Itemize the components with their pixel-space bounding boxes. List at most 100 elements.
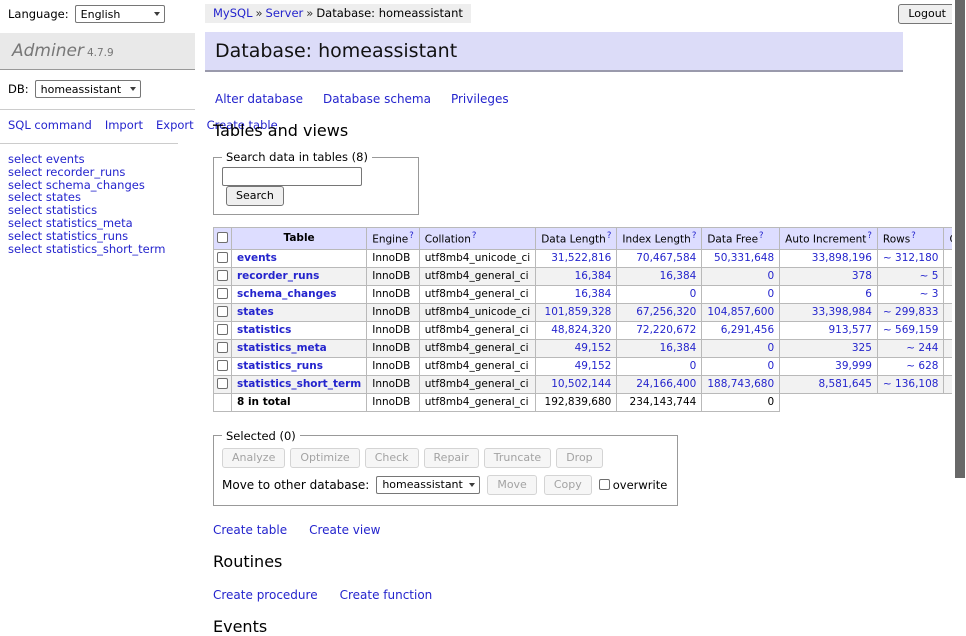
data-length-link[interactable]: 49,152 [541,342,611,355]
auto-increment-link[interactable]: 33,898,196 [785,252,872,265]
routine-create-link[interactable]: Create procedure [213,588,318,602]
search-button[interactable]: Search [226,186,284,206]
column-help-link[interactable]: ? [759,231,764,241]
data-free-link[interactable]: 6,291,456 [707,324,774,337]
table-name-link[interactable]: statistics_short_term [237,378,361,390]
auto-increment-link[interactable]: 325 [785,342,872,355]
row-checkbox[interactable] [217,324,228,335]
overwrite-checkbox[interactable] [599,479,610,490]
column-help-link[interactable]: ? [911,231,916,241]
index-length-link[interactable]: 67,256,320 [622,306,696,319]
row-checkbox[interactable] [217,252,228,263]
routine-create-link[interactable]: Create function [340,588,433,602]
column-help-link[interactable]: ? [692,231,697,241]
data-length-link[interactable]: 48,824,320 [541,324,611,337]
move-db-select[interactable]: homeassistant [376,476,480,494]
data-length-link[interactable]: 10,502,144 [541,378,611,391]
scrollbar-thumb[interactable] [955,0,965,478]
sidebar-select-table-link[interactable]: select events [8,153,187,166]
index-length-link[interactable]: 24,166,400 [622,378,696,391]
data-free-link[interactable]: 0 [707,270,774,283]
rows-count-link[interactable]: ~ 3 [883,288,939,301]
auto-increment-link[interactable]: 33,398,984 [785,306,872,319]
rows-count-link[interactable]: ~ 312,180 [883,252,939,265]
table-name-link[interactable]: events [237,252,277,264]
data-length-link[interactable]: 31,522,816 [541,252,611,265]
index-length-link[interactable]: 0 [622,360,696,373]
data-length-link[interactable]: 101,859,328 [541,306,611,319]
column-help-link[interactable]: ? [472,231,477,241]
column-help-link[interactable]: ? [867,231,872,241]
column-help-link[interactable]: ? [409,231,414,241]
auto-increment-link[interactable]: 8,581,645 [785,378,872,391]
rows-count-link[interactable]: ~ 136,108 [883,378,939,391]
sidebar-select-table-link[interactable]: select statistics_runs [8,230,187,243]
sidebar-select-table-link[interactable]: select statistics_meta [8,217,187,230]
data-free-link[interactable]: 104,857,600 [707,306,774,319]
bulk-action-button[interactable]: Optimize [290,448,359,468]
table-name-link[interactable]: statistics_meta [237,342,327,354]
db-select[interactable]: homeassistant [35,80,141,98]
row-checkbox[interactable] [217,270,228,281]
data-free-link[interactable]: 0 [707,288,774,301]
breadcrumb-server-link[interactable]: Server [266,6,304,20]
table-name-link[interactable]: states [237,306,274,318]
data-length-link[interactable]: 16,384 [541,270,611,283]
index-length-link[interactable]: 70,467,584 [622,252,696,265]
data-length-link[interactable]: 16,384 [541,288,611,301]
rows-count-link[interactable]: ~ 628 [883,360,939,373]
row-checkbox[interactable] [217,306,228,317]
vertical-scrollbar[interactable] [952,0,966,543]
data-length-link[interactable]: 49,152 [541,360,611,373]
table-name-link[interactable]: schema_changes [237,288,337,300]
sidebar-action-link[interactable]: Import [105,118,143,132]
bulk-action-button[interactable]: Repair [424,448,479,468]
sidebar-action-link[interactable]: Export [156,118,194,132]
column-help-link[interactable]: ? [607,231,612,241]
data-free-link[interactable]: 0 [707,360,774,373]
select-all-checkbox[interactable] [217,232,228,243]
table-name-link[interactable]: statistics [237,324,291,336]
bulk-action-button[interactable]: Check [365,448,419,468]
row-checkbox[interactable] [217,342,228,353]
data-free-link[interactable]: 0 [707,342,774,355]
auto-increment-link[interactable]: 39,999 [785,360,872,373]
index-length-link[interactable]: 0 [622,288,696,301]
rows-count-link[interactable]: ~ 569,159 [883,324,939,337]
data-free-link[interactable]: 188,743,680 [707,378,774,391]
index-length-link[interactable]: 16,384 [622,270,696,283]
auto-increment-link[interactable]: 6 [785,288,872,301]
sidebar-action-link[interactable]: SQL command [8,118,92,132]
bulk-action-button[interactable]: Analyze [222,448,285,468]
database-action-link[interactable]: Alter database [215,92,303,106]
row-checkbox[interactable] [217,360,228,371]
bulk-action-button[interactable]: Drop [556,448,602,468]
logout-button[interactable]: Logout [898,4,956,24]
chevron-down-icon [154,12,160,16]
copy-button[interactable]: Copy [544,475,592,495]
rows-count-link[interactable]: ~ 299,833 [883,306,939,319]
index-length-link[interactable]: 16,384 [622,342,696,355]
table-name-link[interactable]: statistics_runs [237,360,323,372]
database-action-link[interactable]: Database schema [323,92,431,106]
auto-increment-link[interactable]: 378 [785,270,872,283]
rows-count-link[interactable]: ~ 244 [883,342,939,355]
search-input[interactable] [222,167,362,186]
language-select[interactable]: English [75,5,165,23]
rows-count-link[interactable]: ~ 5 [883,270,939,283]
database-action-link[interactable]: Privileges [451,92,509,106]
row-checkbox[interactable] [217,288,228,299]
create-link[interactable]: Create view [309,523,380,537]
table-name-link[interactable]: recorder_runs [237,270,319,282]
sidebar-select-table-link[interactable]: select recorder_runs [8,166,187,179]
adminer-logo-link[interactable]: Adminer [12,41,84,61]
sidebar-select-table-link[interactable]: select statistics_short_term [8,243,187,256]
data-free-link[interactable]: 50,331,648 [707,252,774,265]
breadcrumb-mysql-link[interactable]: MySQL [213,6,253,20]
move-button[interactable]: Move [487,475,537,495]
row-checkbox[interactable] [217,378,228,389]
index-length-link[interactable]: 72,220,672 [622,324,696,337]
auto-increment-link[interactable]: 913,577 [785,324,872,337]
bulk-action-button[interactable]: Truncate [484,448,551,468]
create-link[interactable]: Create table [213,523,287,537]
